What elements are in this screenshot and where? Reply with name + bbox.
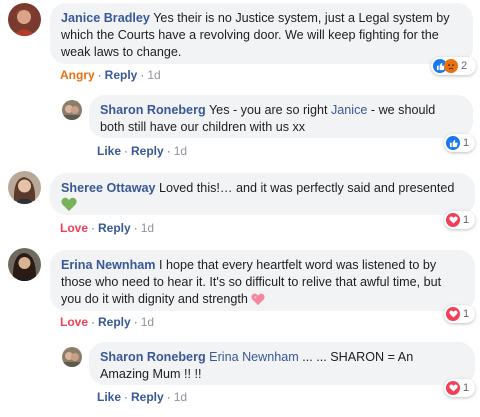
comment-actions: Love · Reply · 1d	[60, 315, 154, 329]
comment-bubble: Janice Bradley Yes their is no Justice s…	[50, 3, 473, 64]
separator: ·	[140, 68, 145, 82]
reply-button[interactable]: Reply	[105, 68, 138, 82]
separator: ·	[124, 390, 129, 404]
reaction-button[interactable]: Angry	[60, 68, 95, 82]
mention-link[interactable]: Janice	[331, 103, 367, 117]
separator: ·	[133, 221, 138, 235]
separator: ·	[91, 315, 96, 329]
comment-bubble: Sharon Roneberg Yes - you are so right J…	[89, 95, 473, 138]
like-icon	[446, 136, 460, 150]
comment-actions: Angry · Reply · 1d	[60, 68, 161, 82]
reaction-summary[interactable]: 1	[444, 211, 475, 229]
comment-author[interactable]: Sheree Ottaway	[61, 181, 156, 195]
comment-bubble: Sharon Roneberg Erina Newnham ... ... SH…	[89, 342, 475, 385]
reaction-count: 1	[463, 382, 470, 394]
comment-timestamp[interactable]: 1d	[141, 315, 154, 329]
green-heart-icon	[61, 197, 77, 217]
separator: ·	[91, 221, 96, 235]
reply-button[interactable]: Reply	[98, 315, 131, 329]
avatar[interactable]	[8, 3, 41, 36]
love-icon	[446, 381, 460, 395]
reaction-button[interactable]: Love	[60, 315, 88, 329]
reaction-summary[interactable]: 1	[444, 305, 475, 323]
angry-icon	[444, 59, 458, 73]
comments-section: Janice Bradley Yes their is no Justice s…	[0, 0, 480, 417]
love-icon	[446, 213, 460, 227]
mention-link[interactable]: Erina Newnham	[209, 350, 299, 364]
like-button[interactable]: Like	[97, 390, 121, 404]
separator: ·	[133, 315, 138, 329]
comment-text: Yes - you are so right	[205, 103, 331, 117]
avatar[interactable]	[8, 171, 41, 204]
avatar[interactable]	[8, 248, 41, 281]
comment-timestamp[interactable]: 1d	[147, 68, 160, 82]
separator: ·	[97, 68, 102, 82]
avatar[interactable]	[62, 100, 82, 120]
comment-actions: Like · Reply · 1d	[97, 144, 187, 158]
reply-button[interactable]: Reply	[98, 221, 131, 235]
love-icon	[446, 307, 460, 321]
comment-timestamp[interactable]: 1d	[174, 390, 187, 404]
comment-bubble: Sheree Ottaway Loved this!… and it was p…	[50, 173, 475, 215]
reply-button[interactable]: Reply	[131, 144, 164, 158]
separator: ·	[166, 144, 171, 158]
avatar[interactable]	[62, 347, 82, 367]
reaction-count: 1	[463, 308, 470, 320]
reaction-count: 1	[463, 214, 470, 226]
reaction-summary[interactable]: 1	[444, 379, 475, 397]
like-button[interactable]: Like	[97, 144, 121, 158]
reaction-button[interactable]: Love	[60, 221, 88, 235]
reaction-count: 1	[463, 137, 470, 149]
comment-author[interactable]: Janice Bradley	[61, 11, 150, 25]
reaction-count: 2	[461, 60, 468, 72]
comment-actions: Like · Reply · 1d	[97, 390, 187, 404]
comment-text: Loved this!… and it was perfectly said a…	[155, 181, 455, 195]
sparkling-heart-icon	[251, 293, 266, 311]
reaction-summary[interactable]: 2	[431, 57, 476, 75]
reply-button[interactable]: Reply	[131, 390, 164, 404]
comment-author[interactable]: Sharon Roneberg	[100, 350, 206, 364]
separator: ·	[166, 390, 171, 404]
comment-timestamp[interactable]: 1d	[174, 144, 187, 158]
separator: ·	[124, 144, 129, 158]
comment-bubble: Erina Newnham I hope that every heartfel…	[50, 250, 475, 311]
reaction-summary[interactable]: 1	[444, 134, 475, 152]
comment-actions: Love · Reply · 1d	[60, 221, 154, 235]
comment-timestamp[interactable]: 1d	[141, 221, 154, 235]
comment-author[interactable]: Erina Newnham	[61, 258, 155, 272]
comment-author[interactable]: Sharon Roneberg	[100, 103, 206, 117]
